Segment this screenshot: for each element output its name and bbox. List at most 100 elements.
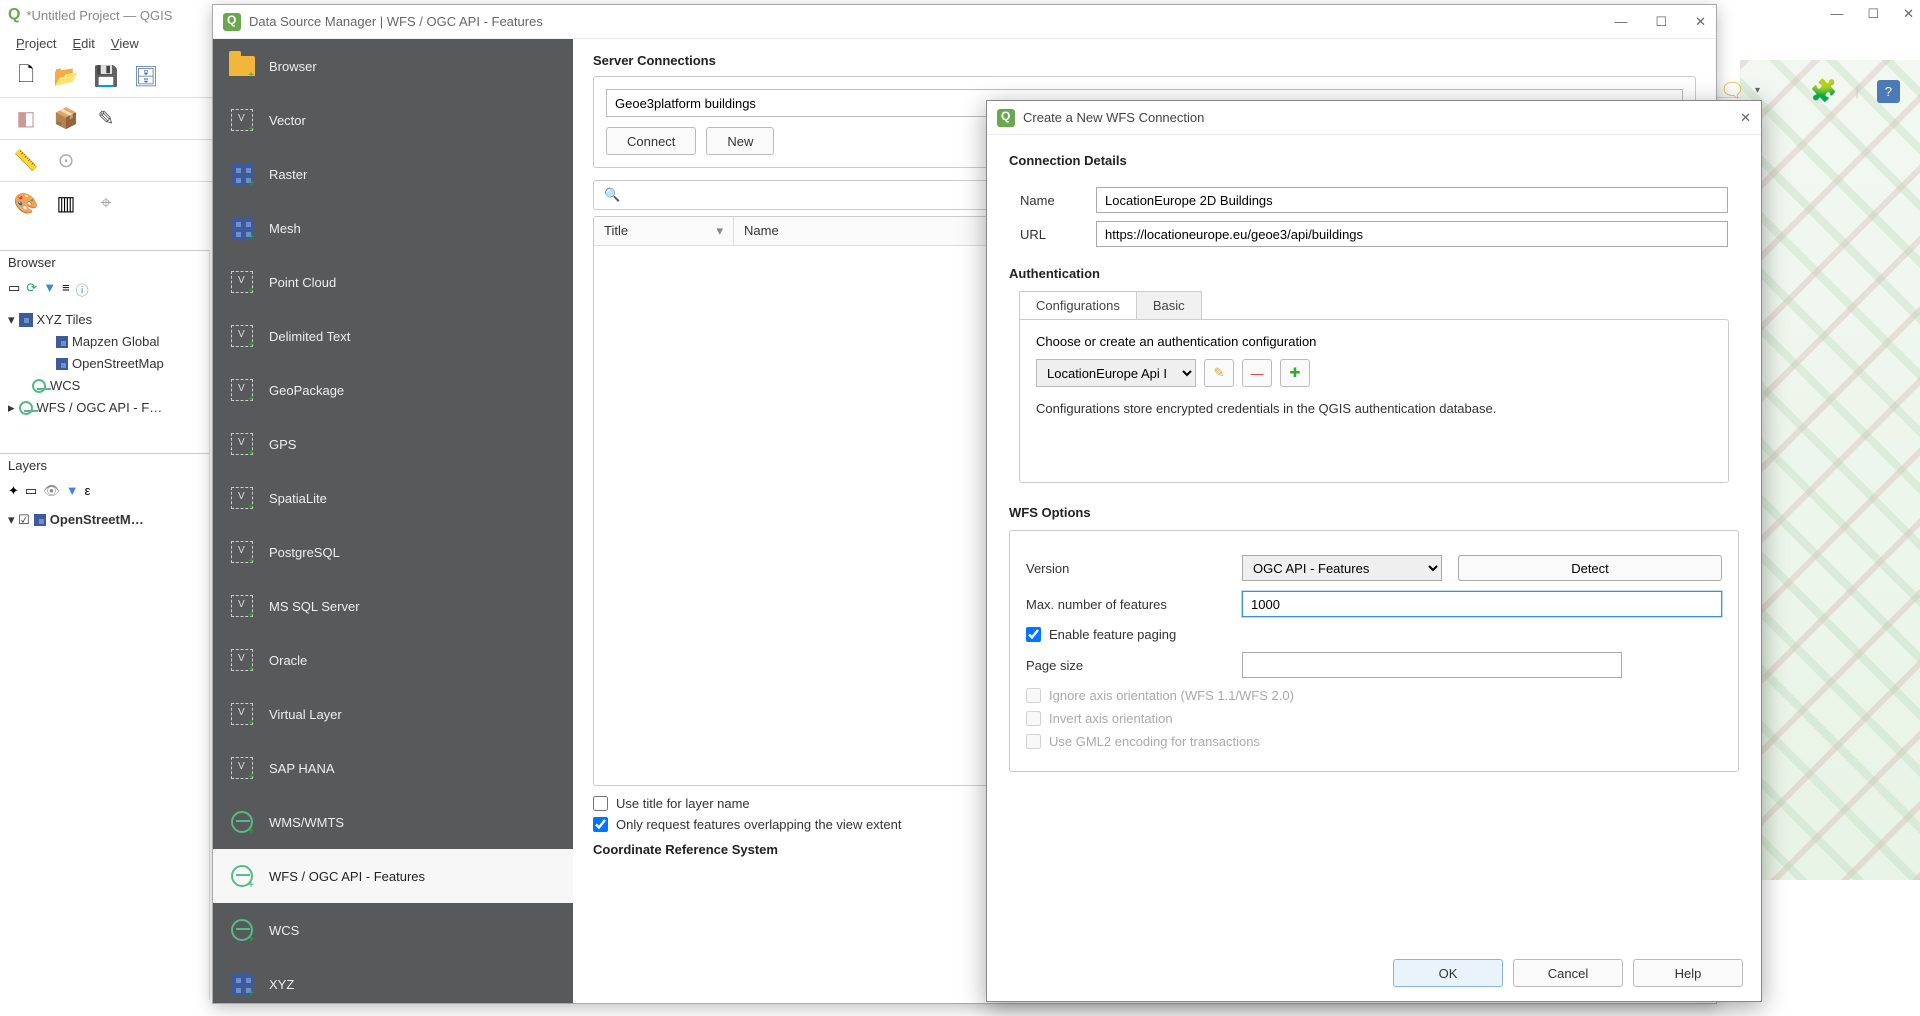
main-close-icon[interactable]: ✕ <box>1903 6 1914 22</box>
data-source-icon: + <box>229 107 255 133</box>
dsm-sidebar-item-postgresql[interactable]: +PostgreSQL <box>213 525 573 579</box>
dsm-sidebar-label: Virtual Layer <box>269 707 342 722</box>
dsm-sidebar-item-gps[interactable]: +GPS <box>213 417 573 471</box>
pencil-icon[interactable]: ✎ <box>90 103 122 135</box>
tree-osm[interactable]: OpenStreetMap <box>56 353 201 375</box>
dsm-sidebar-item-wfs-ogc-api-features[interactable]: +WFS / OGC API - Features <box>213 849 573 903</box>
dsm-sidebar-item-browser[interactable]: +Browser <box>213 39 573 93</box>
dsm-close-icon[interactable]: ✕ <box>1695 14 1706 30</box>
edit-auth-icon[interactable]: ✎ <box>1204 359 1234 387</box>
collapse-icon[interactable]: ≡ <box>62 280 70 299</box>
data-source-icon: + <box>229 863 255 889</box>
map-canvas[interactable] <box>1740 60 1920 880</box>
browser-tree[interactable]: ▾ XYZ Tiles Mapzen Global OpenStreetMap … <box>0 305 209 423</box>
right-toolbar[interactable]: 🧩 | ? <box>1810 78 1900 104</box>
dsm-minimize-icon[interactable]: — <box>1614 14 1627 30</box>
info-icon[interactable]: ⓘ <box>76 280 89 299</box>
main-maximize-icon[interactable]: ☐ <box>1867 6 1879 22</box>
dsm-sidebar-item-mesh[interactable]: +Mesh <box>213 201 573 255</box>
visibility-icon[interactable]: 👁 <box>43 483 60 499</box>
dsm-sidebar-item-point-cloud[interactable]: +Point Cloud <box>213 255 573 309</box>
wfs-options-label: WFS Options <box>1009 505 1739 520</box>
dsm-maximize-icon[interactable]: ☐ <box>1655 14 1667 30</box>
group-icon[interactable]: ▭ <box>25 483 37 499</box>
dsm-titlebar[interactable]: Data Source Manager | WFS / OGC API - Fe… <box>213 5 1716 39</box>
main-minimize-icon[interactable]: — <box>1830 6 1843 22</box>
version-select[interactable]: OGC API - Features <box>1242 555 1442 581</box>
dsm-sidebar-item-delimited-text[interactable]: +Delimited Text <box>213 309 573 363</box>
page-size-input[interactable] <box>1242 652 1622 678</box>
add-auth-icon[interactable]: ✚ <box>1280 359 1310 387</box>
dsm-sidebar-label: Point Cloud <box>269 275 336 290</box>
layers-panel-toolbar[interactable]: ✦ ▭ 👁 ▼ ε <box>0 477 209 505</box>
col-title[interactable]: Title ▾ <box>594 217 734 245</box>
dsm-sidebar-item-raster[interactable]: +Raster <box>213 147 573 201</box>
data-source-icon: + <box>229 701 255 727</box>
auth-tabs[interactable]: Configurations Basic <box>1019 291 1729 319</box>
tree-wfs[interactable]: ▸ WFS / OGC API - F… <box>8 397 201 419</box>
wfs-close-icon[interactable]: ✕ <box>1740 110 1751 125</box>
wfs-titlebar[interactable]: Create a New WFS Connection ✕ <box>987 101 1761 135</box>
cancel-button[interactable]: Cancel <box>1513 959 1623 987</box>
dsm-sidebar-label: XYZ <box>269 977 294 992</box>
measure-icon[interactable]: 📏 <box>10 145 42 177</box>
main-window-controls[interactable]: — ☐ ✕ <box>1830 6 1914 22</box>
url-input[interactable] <box>1096 221 1728 247</box>
snap-icon[interactable]: ⊙ <box>50 145 82 177</box>
filter-icon[interactable]: ▼ <box>43 280 56 299</box>
remove-auth-icon[interactable]: — <box>1242 359 1272 387</box>
new-project-icon[interactable]: 🗋 <box>10 61 42 93</box>
dsm-sidebar-item-xyz[interactable]: +XYZ <box>213 957 573 1003</box>
name-input[interactable] <box>1096 187 1728 213</box>
connect-button[interactable]: Connect <box>606 127 696 155</box>
menu-edit[interactable]: Edit <box>72 36 94 51</box>
open-project-icon[interactable]: 📂 <box>50 61 82 93</box>
dsm-sidebar-item-vector[interactable]: + Vector <box>213 93 573 147</box>
dsm-sidebar-label: Vector <box>269 113 306 128</box>
dsm-sidebar-item-sap-hana[interactable]: +SAP HANA <box>213 741 573 795</box>
plugin-icon[interactable]: 🧩 <box>1810 78 1837 104</box>
dsm-sidebar-item-wms-wmts[interactable]: +WMS/WMTS <box>213 795 573 849</box>
tab-basic[interactable]: Basic <box>1136 291 1202 319</box>
dsm-sidebar[interactable]: +Browser+Vector+Raster+Mesh+Point Cloud+… <box>213 39 573 1003</box>
refresh-icon[interactable]: ⟳ <box>26 280 37 299</box>
help-icon[interactable]: ? <box>1877 80 1900 103</box>
tab-configurations[interactable]: Configurations <box>1019 291 1137 319</box>
tree-mapzen[interactable]: Mapzen Global <box>56 331 201 353</box>
dsm-sidebar-item-ms-sql-server[interactable]: +MS SQL Server <box>213 579 573 633</box>
expr-icon[interactable]: ε <box>85 483 91 499</box>
layers-tree[interactable]: ▾ ☑ OpenStreetM… <box>0 505 209 535</box>
wfs-options-box: Version OGC API - Features Detect Max. n… <box>1009 530 1739 772</box>
enable-paging-checkbox[interactable]: Enable feature paging <box>1026 627 1722 642</box>
ok-button[interactable]: OK <box>1393 959 1503 987</box>
auth-config-select[interactable]: LocationEurope Api I <box>1036 359 1196 387</box>
save-as-icon[interactable]: 🗄 <box>130 61 162 93</box>
max-features-input[interactable] <box>1242 591 1722 617</box>
help-button[interactable]: Help <box>1633 959 1743 987</box>
dsm-sidebar-item-spatialite[interactable]: +SpatiaLite <box>213 471 573 525</box>
dsm-sidebar-item-virtual-layer[interactable]: + Virtual Layer <box>213 687 573 741</box>
layout-icon[interactable]: ▥ <box>50 187 82 219</box>
layer-osm[interactable]: ▾ ☑ OpenStreetM… <box>8 509 201 531</box>
dsm-sidebar-item-wcs[interactable]: +WCS <box>213 903 573 957</box>
add-layer-icon[interactable]: ▭ <box>8 280 20 299</box>
menu-project[interactable]: Project <box>16 36 56 51</box>
tree-wcs[interactable]: WCS <box>32 375 201 397</box>
new-connection-button[interactable]: New <box>706 127 774 155</box>
dsm-sidebar-item-oracle[interactable]: +Oracle <box>213 633 573 687</box>
color-icon[interactable]: 🎨 <box>10 187 42 219</box>
vector-tool-icon[interactable]: ◧ <box>10 103 42 135</box>
dsm-sidebar-label: GeoPackage <box>269 383 344 398</box>
filter2-icon[interactable]: ▼ <box>66 483 79 499</box>
dsm-sidebar-item-geopackage[interactable]: +GeoPackage <box>213 363 573 417</box>
target-icon[interactable]: ⌖ <box>90 187 122 219</box>
detect-button[interactable]: Detect <box>1458 555 1722 581</box>
style-icon[interactable]: ✦ <box>8 483 19 499</box>
tree-xyz-tiles[interactable]: ▾ XYZ Tiles <box>8 309 201 331</box>
menu-view[interactable]: View <box>111 36 139 51</box>
save-project-icon[interactable]: 💾 <box>90 61 122 93</box>
wfs-connection-dialog: Create a New WFS Connection ✕ Connection… <box>986 100 1762 1002</box>
packaging-icon[interactable]: 📦 <box>50 103 82 135</box>
sort-icon: ▾ <box>716 223 723 239</box>
browser-panel-toolbar[interactable]: ▭ ⟳ ▼ ≡ ⓘ <box>0 274 209 305</box>
